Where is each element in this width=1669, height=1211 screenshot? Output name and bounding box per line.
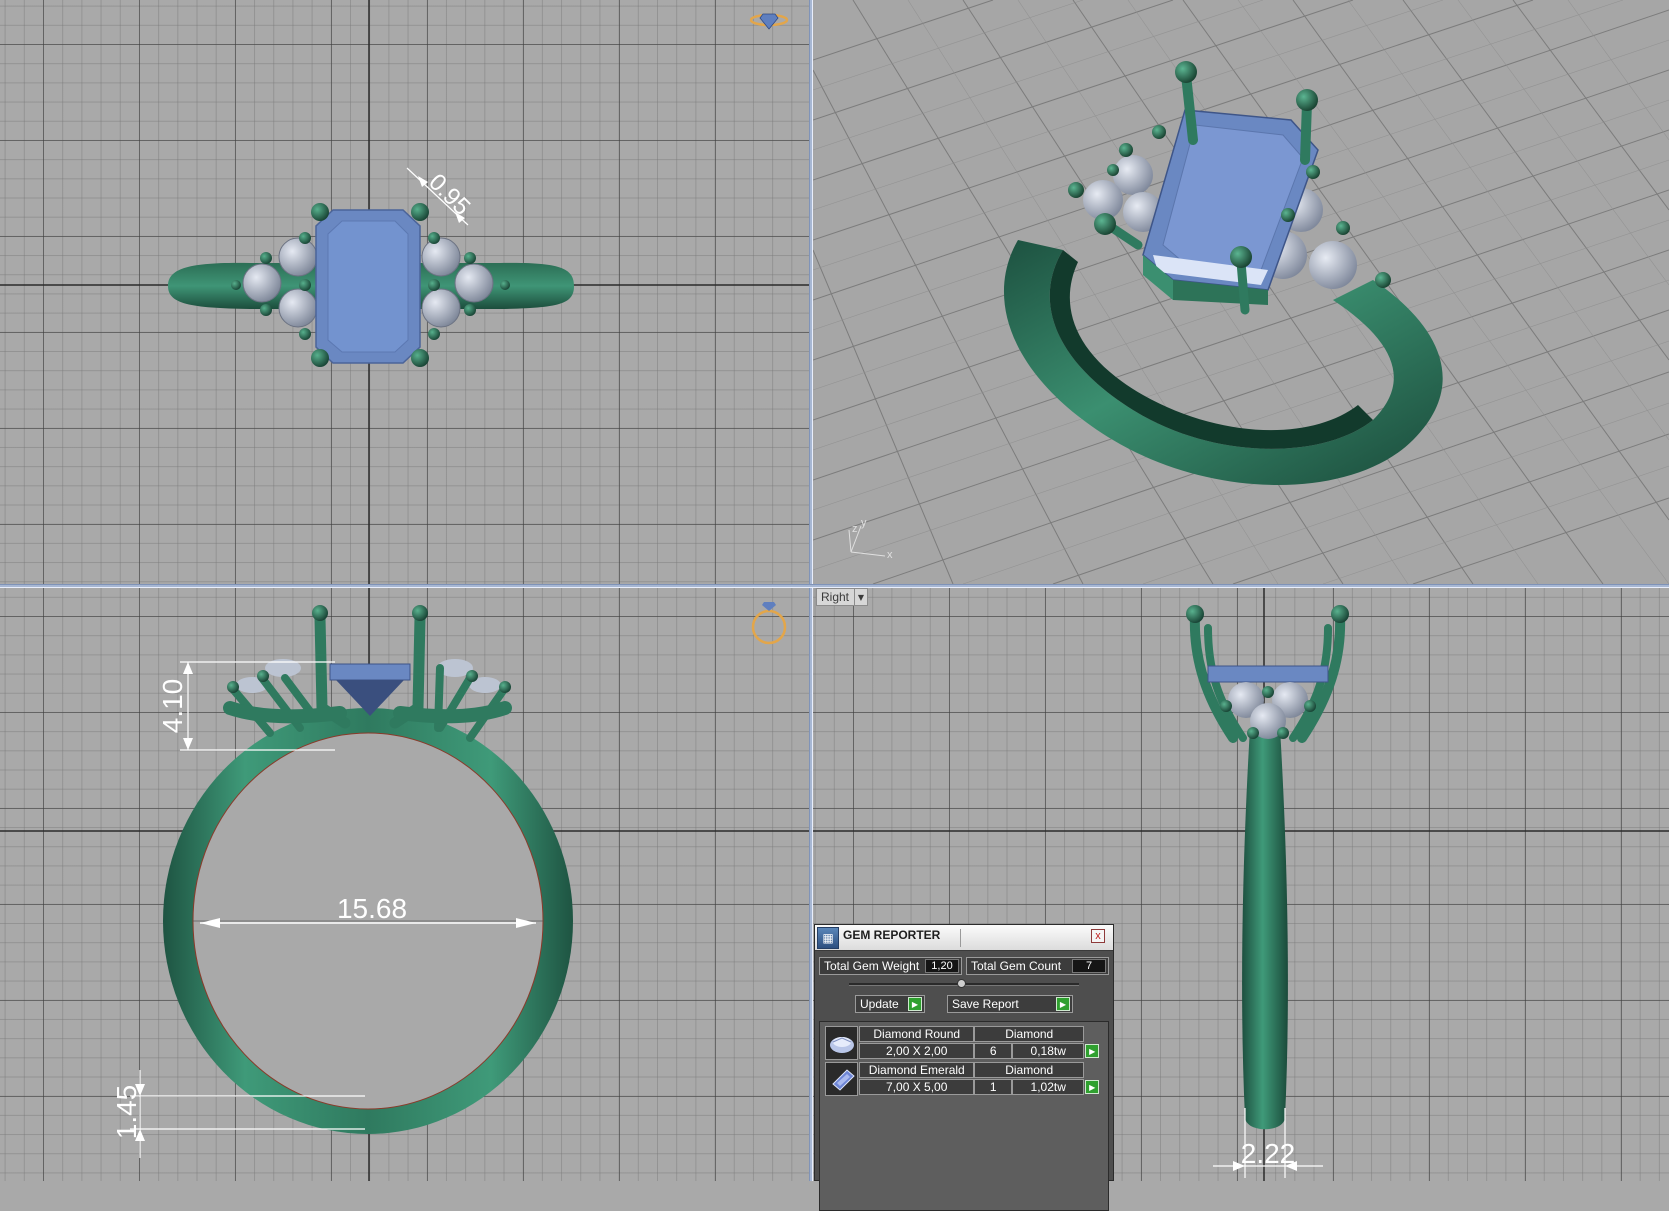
- axis-z-label: z: [852, 523, 858, 535]
- gem-count: 6: [974, 1043, 1013, 1059]
- perspective-canvas: x y z: [813, 0, 1669, 584]
- play-icon: ▶: [908, 997, 922, 1011]
- axis-y-label: y: [861, 517, 867, 529]
- update-button-label: Update: [860, 997, 899, 1011]
- view-select-label: Right: [821, 590, 850, 604]
- dimension-label-shank: 1.45: [111, 1085, 142, 1140]
- view-cube-icon[interactable]: [749, 13, 789, 30]
- titlebar-divider: [960, 929, 961, 947]
- view-select-dropdown[interactable]: Right ▼: [816, 588, 868, 606]
- front-view-canvas: 4.10 15.68 1.45: [0, 588, 809, 1181]
- gem-reporter-icon: ▦: [817, 926, 839, 949]
- viewport-front[interactable]: 4.10 15.68 1.45: [0, 588, 809, 1181]
- gem-size: 2,00 X 2,00: [859, 1043, 975, 1059]
- viewport-splitter-vertical[interactable]: [809, 0, 813, 1181]
- gem-weight: 1,02tw: [1012, 1079, 1085, 1095]
- gem-material: Diamond: [974, 1062, 1085, 1078]
- total-gem-count-field: Total Gem Count 7: [966, 957, 1109, 975]
- gem-list: Diamond Round Diamond 2,00 X 2,00 6 0,18…: [819, 1021, 1109, 1211]
- view-cube-ring-icon[interactable]: [751, 602, 787, 645]
- gem-reporter-panel: ▦ GEM REPORTER x Total Gem Weight 1,20 T…: [814, 924, 1114, 1211]
- gem-list-item[interactable]: Diamond Emerald Diamond 7,00 X 5,00 1 1,…: [825, 1062, 1108, 1096]
- dimension-label-prong: 0.95: [423, 169, 475, 221]
- axis-triad: x y z: [848, 517, 893, 561]
- axis-x-label: x: [887, 549, 893, 561]
- save-report-button-label: Save Report: [952, 997, 1019, 1011]
- gem-material: Diamond: [974, 1026, 1085, 1042]
- viewport-perspective[interactable]: x y z: [813, 0, 1669, 584]
- play-icon: ▶: [1056, 997, 1070, 1011]
- gem-count: 1: [974, 1079, 1013, 1095]
- center-stone-right: [1207, 665, 1329, 683]
- slider-knob[interactable]: [957, 979, 966, 988]
- dimension-label-height: 4.10: [157, 679, 188, 734]
- save-report-button[interactable]: Save Report ▶: [947, 995, 1073, 1013]
- gem-detail-play-icon[interactable]: ▶: [1085, 1080, 1100, 1094]
- total-gem-count-value: 7: [1072, 959, 1106, 973]
- gem-reporter-titlebar[interactable]: ▦ GEM REPORTER x: [815, 925, 1113, 951]
- emerald-gem-icon: [825, 1062, 859, 1096]
- gem-size: 7,00 X 5,00: [859, 1079, 975, 1095]
- gem-reporter-title: GEM REPORTER: [843, 927, 941, 942]
- dimension-label-width: 2.22: [1241, 1138, 1296, 1169]
- round-gem-icon: [825, 1026, 859, 1060]
- dimension-label-inner: 15.68: [337, 893, 407, 924]
- gem-weight: 0,18tw: [1012, 1043, 1085, 1059]
- total-gem-weight-value: 1,20: [925, 959, 959, 973]
- ring-shank-right: [1242, 728, 1288, 1130]
- total-gem-count-label: Total Gem Count: [971, 959, 1062, 973]
- gem-detail-play-icon[interactable]: ▶: [1085, 1044, 1100, 1058]
- gem-reporter-slider[interactable]: [849, 979, 1079, 988]
- viewport-top[interactable]: 0.95: [0, 0, 809, 584]
- update-button[interactable]: Update ▶: [855, 995, 925, 1013]
- close-icon[interactable]: x: [1091, 929, 1105, 943]
- total-gem-weight-field: Total Gem Weight 1,20: [819, 957, 962, 975]
- total-gem-weight-label: Total Gem Weight: [824, 959, 920, 973]
- gem-name: Diamond Emerald: [859, 1062, 975, 1078]
- center-stone-top: [315, 209, 421, 364]
- gem-name: Diamond Round: [859, 1026, 975, 1042]
- chevron-down-icon: ▼: [854, 589, 867, 605]
- gem-list-item[interactable]: Diamond Round Diamond 2,00 X 2,00 6 0,18…: [825, 1026, 1108, 1060]
- top-view-canvas: 0.95: [0, 0, 809, 584]
